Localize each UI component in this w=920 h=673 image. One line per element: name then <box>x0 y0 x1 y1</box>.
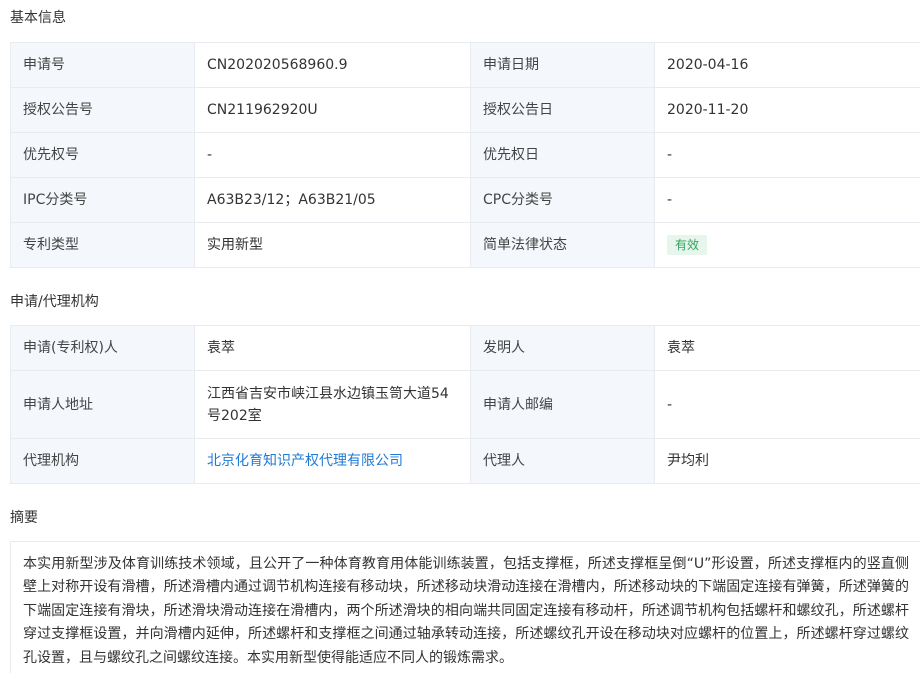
abstract-text: 本实用新型涉及体育训练技术领域，且公开了一种体育教育用体能训练装置，包括支撑框，… <box>10 541 920 673</box>
priority-number-value: - <box>194 132 471 178</box>
ipc-class-label: IPC分类号 <box>10 177 195 223</box>
inventor-label: 发明人 <box>470 325 655 371</box>
table-row: 申请(专利权)人 袁萃 发明人 袁萃 <box>10 325 920 371</box>
cpc-class-value: - <box>654 177 920 223</box>
agent-value: 尹均利 <box>654 438 920 484</box>
abstract-heading: 摘要 <box>10 510 38 526</box>
agent-label: 代理人 <box>470 438 655 484</box>
agency-table: 申请(专利权)人 袁萃 发明人 袁萃 申请人地址 江西省吉安市峡江县水边镇玉笥大… <box>10 325 920 484</box>
agency-heading: 申请/代理机构 <box>10 294 99 310</box>
application-date-value: 2020-04-16 <box>654 42 920 88</box>
basic-info-table: 申请号 CN202020568960.9 申请日期 2020-04-16 授权公… <box>10 42 920 268</box>
ipc-class-value: A63B23/12；A63B21/05 <box>194 177 471 223</box>
priority-date-label: 优先权日 <box>470 132 655 178</box>
grant-number-label: 授权公告号 <box>10 87 195 133</box>
patent-detail-page: 基本信息 申请号 CN202020568960.9 申请日期 2020-04-1… <box>0 0 920 673</box>
priority-number-label: 优先权号 <box>10 132 195 178</box>
applicant-value: 袁萃 <box>194 325 471 371</box>
application-number-label: 申请号 <box>10 42 195 88</box>
agency-cell: 北京化育知识产权代理有限公司 <box>194 438 471 484</box>
agency-label: 代理机构 <box>10 438 195 484</box>
grant-date-value: 2020-11-20 <box>654 87 920 133</box>
basic-info-heading: 基本信息 <box>10 10 66 26</box>
table-row: 代理机构 北京化育知识产权代理有限公司 代理人 尹均利 <box>10 438 920 484</box>
table-row: 专利类型 实用新型 简单法律状态 有效 <box>10 222 920 268</box>
legal-status-cell: 有效 <box>654 222 920 268</box>
applicant-address-label: 申请人地址 <box>10 370 195 439</box>
patent-type-value: 实用新型 <box>194 222 471 268</box>
table-row: 申请人地址 江西省吉安市峡江县水边镇玉笥大道54号202室 申请人邮编 - <box>10 370 920 439</box>
grant-number-value: CN211962920U <box>194 87 471 133</box>
applicant-postcode-label: 申请人邮编 <box>470 370 655 439</box>
table-row: 优先权号 - 优先权日 - <box>10 132 920 178</box>
cpc-class-label: CPC分类号 <box>470 177 655 223</box>
table-row: 授权公告号 CN211962920U 授权公告日 2020-11-20 <box>10 87 920 133</box>
application-date-label: 申请日期 <box>470 42 655 88</box>
application-number-value: CN202020568960.9 <box>194 42 471 88</box>
patent-type-label: 专利类型 <box>10 222 195 268</box>
agency-link[interactable]: 北京化育知识产权代理有限公司 <box>207 453 403 469</box>
table-row: IPC分类号 A63B23/12；A63B21/05 CPC分类号 - <box>10 177 920 223</box>
priority-date-value: - <box>654 132 920 178</box>
applicant-label: 申请(专利权)人 <box>10 325 195 371</box>
status-badge: 有效 <box>667 235 708 255</box>
legal-status-label: 简单法律状态 <box>470 222 655 268</box>
applicant-postcode-value: - <box>654 370 920 439</box>
grant-date-label: 授权公告日 <box>470 87 655 133</box>
table-row: 申请号 CN202020568960.9 申请日期 2020-04-16 <box>10 42 920 88</box>
inventor-value: 袁萃 <box>654 325 920 371</box>
applicant-address-value: 江西省吉安市峡江县水边镇玉笥大道54号202室 <box>194 370 471 439</box>
